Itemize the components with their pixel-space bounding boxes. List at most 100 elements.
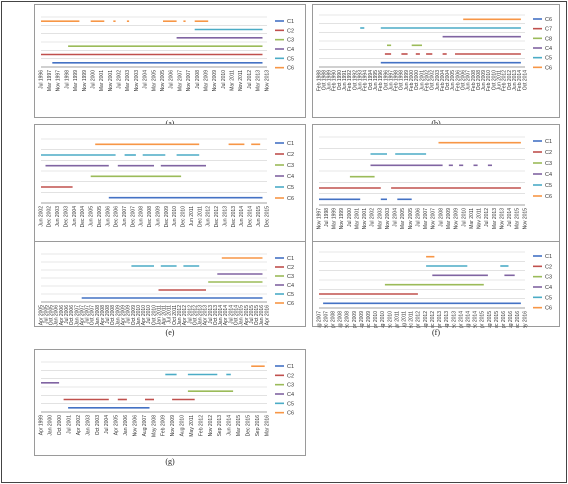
- x-tick-label: Jul 2002: [117, 70, 123, 89]
- x-tick-label: Apr 2014: [458, 311, 464, 328]
- x-tick-label: Aug 2012: [423, 311, 429, 328]
- x-tick-label: Apr 2015: [480, 311, 486, 328]
- x-tick-label: Jun 2014: [227, 415, 233, 436]
- x-tick-label: Oct 2003: [95, 415, 101, 436]
- x-tick-label: Nov 2012: [208, 415, 214, 437]
- x-tick-label: Feb 2012: [198, 415, 204, 436]
- legend-label: C1: [287, 364, 294, 370]
- legend-label: C6: [287, 66, 294, 72]
- x-tick-label: Dec 2015: [246, 415, 252, 437]
- chart-panel-2: Feb 1988 Oct 1988 Jun 1989 Feb 1990 Oct 1990…: [312, 4, 560, 118]
- x-tick-label: Jul 2008: [195, 70, 201, 89]
- x-tick-label: Dec 2005: [97, 206, 103, 228]
- x-tick-label: Dec 2014: [473, 311, 479, 328]
- chart-panel-6: Aug 2007 Dec 2007 Apr 2008 Aug 2008 Dec 2008…: [312, 241, 560, 328]
- x-tick-label: Mar 2007: [423, 208, 429, 229]
- chart-svg-4: Nov 1997 Jul 1998 Mar 1999 Nov 1999 Jul 2000…: [316, 136, 552, 230]
- x-tick-label: Nov 2003: [385, 208, 391, 230]
- x-tick-label: Mar 1999: [332, 208, 338, 229]
- x-tick-label: Mar 2005: [400, 208, 406, 229]
- x-tick-label: Sep 2016: [255, 415, 261, 437]
- x-tick-label: Nov 2005: [160, 70, 166, 92]
- x-tick-label: Nov 2011: [238, 70, 244, 91]
- legend-label: C4: [287, 47, 294, 53]
- x-tick-label: Jul 2000: [347, 208, 353, 227]
- x-tick-label: Apr 1999: [38, 415, 44, 436]
- legend-label: C7: [545, 27, 552, 33]
- legend-label: C5: [545, 56, 552, 62]
- x-tick-label: Dec 2002: [47, 206, 53, 228]
- x-tick-label: Dec 2013: [451, 311, 457, 328]
- x-tick-label: Jul 2004: [104, 415, 110, 434]
- legend-label: C2: [287, 265, 294, 271]
- x-tick-label: Aug 2016: [508, 311, 514, 328]
- legend-label: C1: [287, 19, 294, 25]
- x-tick-label: Nov 2009: [170, 415, 176, 437]
- x-tick-label: Dec 2011: [197, 206, 203, 227]
- x-tick-label: Mar 2005: [151, 70, 157, 91]
- x-tick-label: Nov 2007: [186, 70, 192, 92]
- x-tick-label: Apr 2002: [76, 415, 82, 436]
- x-tick-label: Jun 2010: [172, 206, 178, 227]
- x-tick-label: Jun 2007: [122, 206, 128, 227]
- x-tick-label: May 2008: [151, 415, 157, 437]
- x-tick-label: Mar 2001: [354, 208, 360, 229]
- x-tick-label: Apr 2011: [394, 311, 400, 328]
- x-tick-label: Dec 2010: [181, 206, 187, 228]
- x-tick-label: Mar 1997: [47, 70, 53, 91]
- x-tick-label: Jul 2000: [91, 70, 97, 89]
- x-tick-label: Sep 2013: [217, 415, 223, 437]
- panel-caption: (e): [165, 328, 175, 337]
- x-tick-label: Dec 2003: [63, 206, 69, 228]
- x-tick-label: Nov 1999: [82, 70, 88, 92]
- x-tick-label: Jun 2002: [38, 206, 44, 227]
- panel-caption: (g): [165, 457, 175, 466]
- x-tick-label: Jul 1998: [324, 208, 330, 227]
- x-tick-label: Nov 2005: [408, 208, 414, 230]
- x-tick-label: Jul 1998: [64, 70, 70, 89]
- legend-label: C1: [287, 141, 294, 147]
- legend-label: C4: [287, 283, 294, 289]
- legend-label: C2: [545, 150, 552, 156]
- x-tick-label: Nov 2015: [522, 208, 528, 230]
- x-tick-label: Jul 2001: [67, 415, 73, 434]
- x-tick-label: Nov 2009: [454, 208, 460, 230]
- x-tick-label: Apr 2009: [352, 311, 358, 328]
- legend-label: C2: [287, 28, 294, 34]
- legend-label: C6: [545, 65, 552, 71]
- x-tick-label: Jul 2010: [221, 70, 227, 89]
- legend-label: C6: [287, 301, 294, 307]
- x-tick-label: Mar 2015: [236, 415, 242, 436]
- x-tick-label: Nov 2006: [133, 415, 139, 437]
- x-tick-label: Jun 2006: [105, 206, 111, 227]
- x-tick-label: Oct 2014: [522, 70, 528, 91]
- x-tick-label: Jan 2000: [48, 415, 54, 436]
- x-tick-label: Jun 2013: [222, 206, 228, 227]
- chart-svg-1: Jul 1996 Mar 1997 Nov 1997 Jul 1998 Mar 1999…: [38, 16, 294, 92]
- chart-panel-4: Nov 1997 Jul 1998 Mar 1999 Nov 1999 Jul 2000…: [312, 124, 560, 258]
- x-tick-label: Apr 2016: [501, 311, 507, 328]
- x-tick-label: Aug 2007: [316, 311, 322, 328]
- legend-label: C5: [287, 56, 294, 62]
- x-tick-label: Aug 2007: [142, 415, 148, 437]
- chart-panel-7: Apr 1999 Jan 2000 Oct 2000 Jul 2001 Apr 2002…: [34, 349, 306, 456]
- x-tick-label: Apr 2012: [416, 311, 422, 328]
- x-tick-label: Dec 2008: [345, 311, 351, 328]
- x-tick-label: Apr 2008: [331, 311, 337, 328]
- legend-label: C6: [545, 306, 552, 312]
- x-tick-label: Nov 1999: [339, 208, 345, 230]
- chart-svg-3: Jun 2002 Dec 2002 Jun 2003 Dec 2003 Jun 2004…: [38, 138, 294, 228]
- x-tick-label: Dec 2015: [494, 311, 500, 328]
- x-tick-label: Nov 2003: [134, 70, 140, 92]
- legend-label: C3: [287, 163, 294, 169]
- chart-svg-6: Aug 2007 Dec 2007 Apr 2008 Aug 2008 Dec 2008…: [316, 251, 552, 328]
- x-tick-label: Aug 2008: [338, 311, 344, 328]
- x-tick-label: Jun 2014: [239, 206, 245, 227]
- x-tick-label: Aug 2013: [444, 311, 450, 328]
- x-tick-label: Apr 2010: [373, 311, 379, 328]
- x-tick-label: Nov 2011: [477, 208, 483, 229]
- x-tick-label: Jun 2011: [189, 206, 195, 226]
- legend-label: C3: [545, 161, 552, 167]
- x-tick-label: Jul 2012: [484, 208, 490, 227]
- x-tick-label: Nov 2013: [499, 208, 505, 230]
